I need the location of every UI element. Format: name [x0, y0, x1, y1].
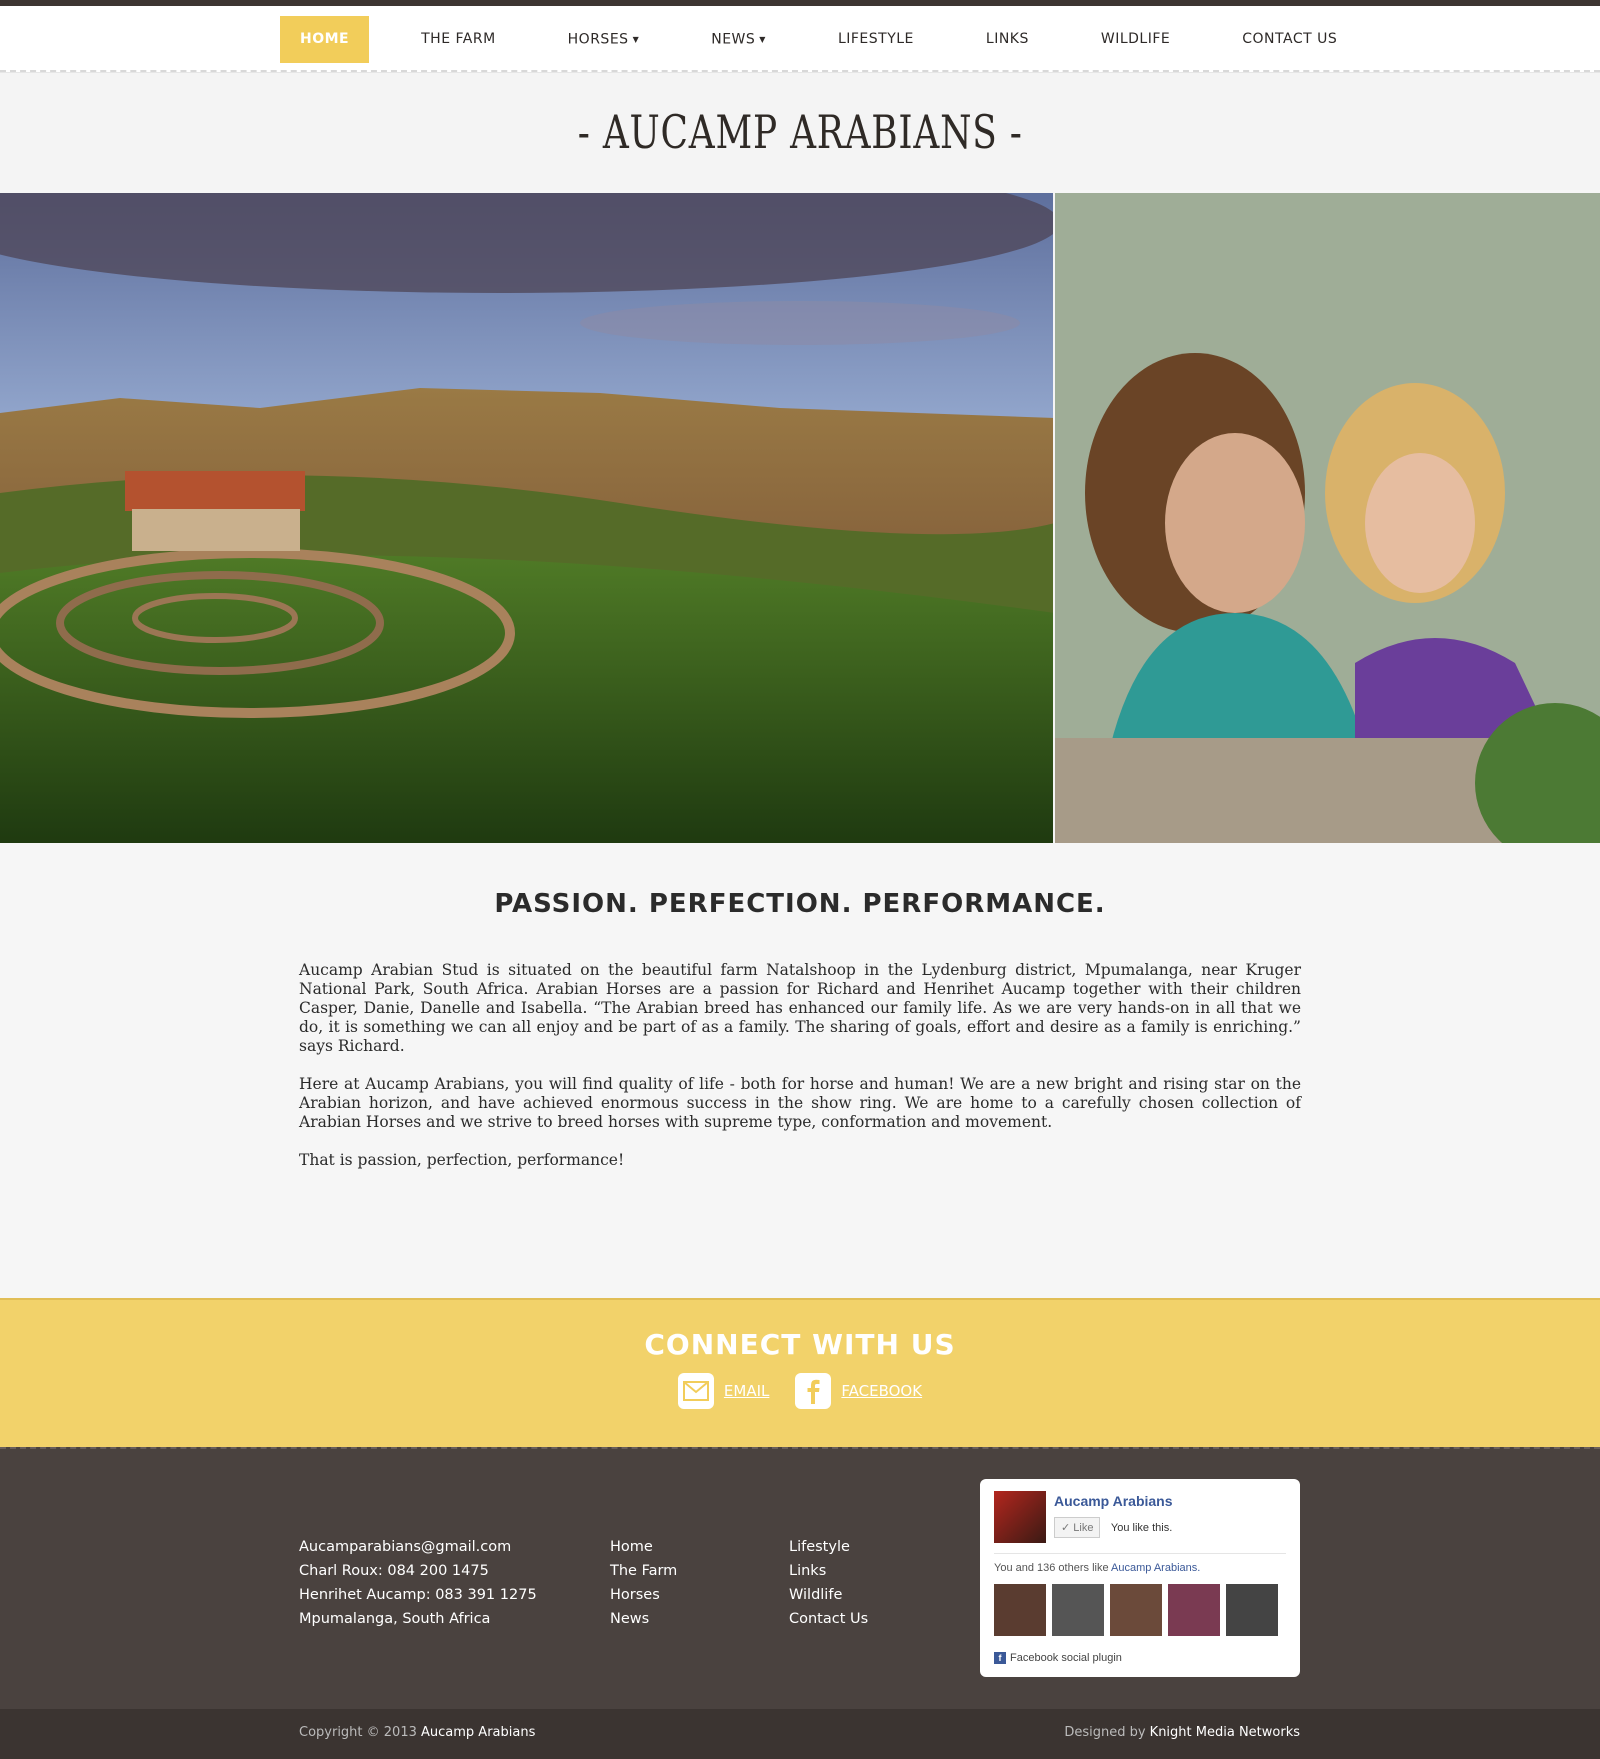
facebook-link[interactable]: FACEBOOK: [795, 1373, 922, 1409]
footer-link-the-farm[interactable]: The Farm: [610, 1559, 677, 1583]
fb-face-avatar[interactable]: [1226, 1584, 1278, 1636]
footer-link-news[interactable]: News: [610, 1607, 677, 1631]
fb-count-prefix: You and 136 others like: [994, 1562, 1112, 1574]
footer-link-horses[interactable]: Horses: [610, 1583, 677, 1607]
copyright-bar: Copyright © 2013 Aucamp Arabians Designe…: [0, 1709, 1600, 1759]
nav-label: NEWS: [711, 31, 756, 48]
fb-face-avatar[interactable]: [1052, 1584, 1104, 1636]
copyright-owner: Aucamp Arabians: [421, 1725, 536, 1740]
nav-label: HOME: [300, 31, 350, 47]
fb-face-avatar[interactable]: [1168, 1584, 1220, 1636]
footer-link-lifestyle[interactable]: Lifestyle: [789, 1535, 868, 1559]
intro-paragraph: That is passion, perfection, performance…: [299, 1151, 625, 1169]
nav-label: HORSES: [567, 31, 629, 48]
copyright-prefix: Copyright © 2013: [299, 1725, 417, 1740]
caret-down-icon: ▼: [759, 35, 766, 44]
footer-phone-charl: Charl Roux: 084 200 1475: [299, 1563, 489, 1579]
nav-contact-us[interactable]: CONTACT US: [1222, 16, 1357, 63]
footer-link-links[interactable]: Links: [789, 1559, 868, 1583]
designer-link[interactable]: Knight Media Networks: [1150, 1725, 1300, 1740]
fb-like-count: You and 136 others like Aucamp Arabians.: [994, 1562, 1286, 1574]
designer-credit: Designed by Knight Media Networks: [1064, 1725, 1300, 1740]
facebook-icon: [795, 1373, 832, 1409]
footer-phone-henrihet: Henrihet Aucamp: 083 391 1275: [299, 1587, 537, 1603]
fb-face-avatar[interactable]: [994, 1584, 1046, 1636]
fb-page-row: Aucamp Arabians ✓ Like You like this.: [994, 1491, 1286, 1543]
copyright-text: Copyright © 2013 Aucamp Arabians: [299, 1725, 535, 1740]
intro-section: PASSION. PERFECTION. PERFORMANCE. Aucamp…: [0, 843, 1600, 1298]
nav-label: LIFESTYLE: [837, 31, 914, 47]
fb-divider: [994, 1553, 1286, 1554]
footer-contact: Aucamparabians@gmail.com Charl Roux: 084…: [299, 1535, 537, 1631]
intro-paragraph: Aucamp Arabian Stud is situated on the b…: [299, 961, 1301, 1055]
site-title: - AUCAMP ARABIANS -: [577, 105, 1023, 159]
intro-copy: Aucamp Arabian Stud is situated on the b…: [299, 961, 1301, 1170]
intro-paragraph: Here at Aucamp Arabians, you will find q…: [299, 1075, 1301, 1131]
footer-email[interactable]: Aucamparabians@gmail.com: [299, 1535, 537, 1559]
footer-link-wildlife[interactable]: Wildlife: [789, 1583, 868, 1607]
intro-heading: PASSION. PERFECTION. PERFORMANCE.: [494, 889, 1106, 919]
connect-section: CONNECT WITH US EMAIL FACEBOOK: [0, 1298, 1600, 1447]
designed-by-prefix: Designed by: [1064, 1725, 1146, 1740]
nav-wildlife[interactable]: WILDLIFE: [1081, 16, 1190, 63]
facebook-label: FACEBOOK: [841, 1382, 923, 1400]
landscape-illustration: [0, 193, 1055, 843]
connect-heading: CONNECT WITH US: [644, 1328, 956, 1361]
fb-face-avatar[interactable]: [1110, 1584, 1162, 1636]
nav-news[interactable]: NEWS ▼: [691, 16, 786, 63]
fb-count-page-link[interactable]: Aucamp Arabians.: [1111, 1562, 1200, 1574]
fb-plugin-footer: f Facebook social plugin: [994, 1652, 1286, 1664]
nav-home[interactable]: HOME: [280, 16, 370, 63]
nav-label: WILDLIFE: [1100, 31, 1171, 47]
nav-links[interactable]: LINKS: [966, 16, 1049, 63]
facebook-like-box: Aucamp Arabians ✓ Like You like this. Yo…: [980, 1479, 1300, 1677]
caret-down-icon: ▼: [632, 35, 640, 44]
nav-label: LINKS: [985, 31, 1029, 47]
fb-page-name[interactable]: Aucamp Arabians: [1054, 1493, 1173, 1509]
fb-plugin-label[interactable]: Facebook social plugin: [1010, 1652, 1122, 1664]
email-link[interactable]: EMAIL: [677, 1373, 770, 1409]
footer-link-contact-us[interactable]: Contact Us: [789, 1607, 868, 1631]
nav-label: THE FARM: [421, 31, 496, 47]
fb-like-button[interactable]: ✓ Like: [1054, 1517, 1101, 1538]
facebook-square-icon: f: [994, 1652, 1006, 1664]
footer-links-col1: Home The Farm Horses News: [610, 1535, 677, 1631]
email-label: EMAIL: [723, 1382, 770, 1400]
nav-the-farm[interactable]: THE FARM: [401, 16, 516, 63]
site-header: - AUCAMP ARABIANS -: [0, 72, 1600, 190]
envelope-icon: [677, 1373, 714, 1409]
nav-lifestyle[interactable]: LIFESTYLE: [818, 16, 934, 63]
footer-link-home[interactable]: Home: [610, 1535, 677, 1559]
main-navigation: HOME THE FARM HORSES ▼ NEWS ▼ LIFESTYLE LI…: [0, 6, 1600, 72]
connect-links: EMAIL FACEBOOK: [0, 1373, 1600, 1409]
fb-page-thumbnail[interactable]: [994, 1491, 1046, 1543]
fb-like-label: Like: [1073, 1522, 1094, 1534]
fb-faces: [994, 1584, 1286, 1636]
family-illustration: [1055, 193, 1600, 843]
nav-label: CONTACT US: [1242, 31, 1338, 47]
farm-landscape-image: [0, 193, 1055, 843]
family-photo: [1055, 193, 1600, 843]
footer-links-col2: Lifestyle Links Wildlife Contact Us: [789, 1535, 868, 1631]
hero-banner: [0, 193, 1600, 843]
footer-location: Mpumalanga, South Africa: [299, 1611, 491, 1627]
fb-you-like: You like this.: [1110, 1522, 1173, 1534]
site-footer: Aucamparabians@gmail.com Charl Roux: 084…: [0, 1447, 1600, 1709]
nav-horses[interactable]: HORSES ▼: [548, 16, 660, 63]
